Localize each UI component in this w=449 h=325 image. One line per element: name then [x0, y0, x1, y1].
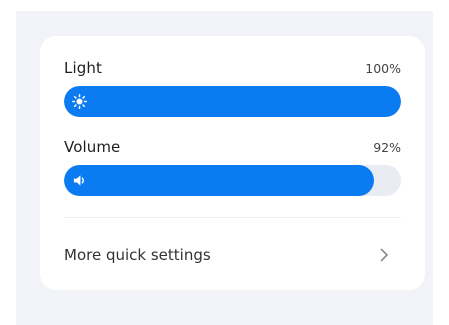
chevron-right-icon — [377, 247, 391, 263]
light-slider[interactable] — [64, 86, 401, 117]
light-slider-fill — [64, 86, 401, 117]
more-quick-settings-label: More quick settings — [64, 246, 211, 264]
volume-slider[interactable] — [64, 165, 401, 196]
divider — [64, 217, 401, 218]
speaker-icon — [71, 172, 88, 189]
volume-header: Volume 92% — [64, 137, 401, 157]
light-header: Light 100% — [64, 58, 401, 78]
light-percentage: 100% — [365, 60, 401, 76]
quick-settings-card: Light 100% Volume 92% More quick setting… — [40, 36, 425, 290]
volume-label: Volume — [64, 138, 121, 156]
light-label: Light — [64, 59, 102, 77]
volume-slider-fill — [64, 165, 375, 196]
volume-percentage: 92% — [373, 139, 401, 155]
more-quick-settings-button[interactable]: More quick settings — [64, 242, 401, 268]
sun-icon — [71, 93, 88, 110]
